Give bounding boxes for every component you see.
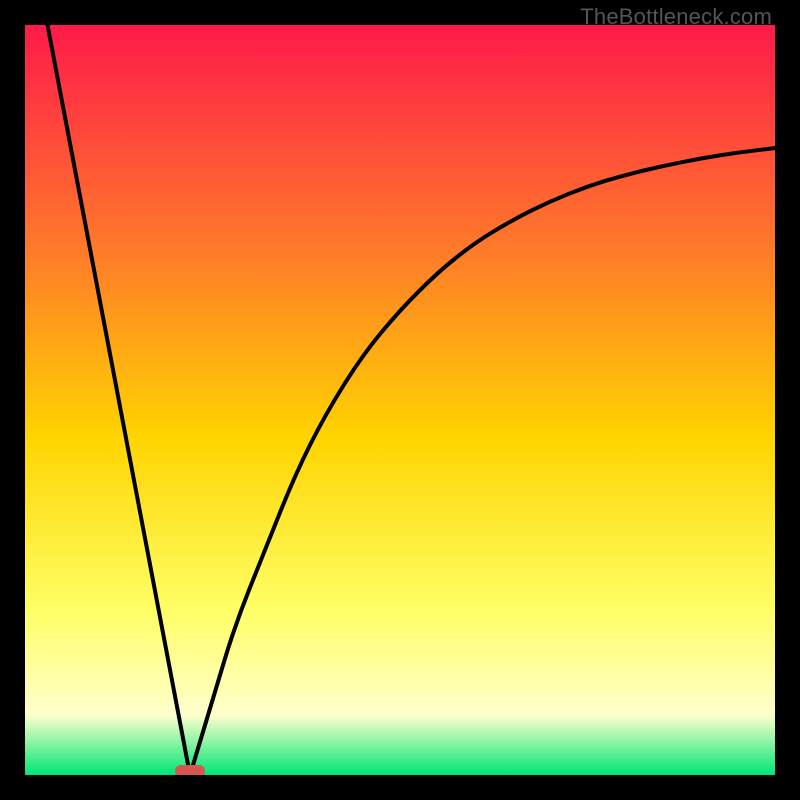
- plot-area: [25, 25, 775, 775]
- min-marker: [175, 765, 205, 775]
- chart-frame: TheBottleneck.com: [0, 0, 800, 800]
- chart-svg: [25, 25, 775, 775]
- gradient-bg: [25, 25, 775, 775]
- watermark-text: TheBottleneck.com: [580, 4, 772, 30]
